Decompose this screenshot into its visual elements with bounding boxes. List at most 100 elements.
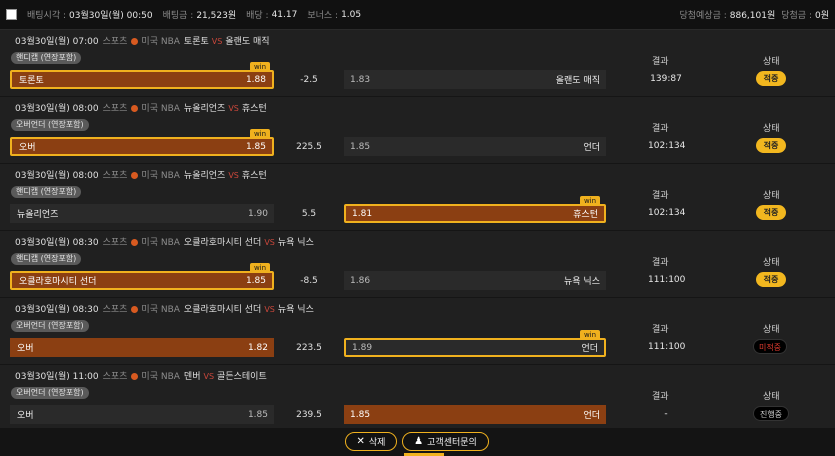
- home-odds: 1.85: [245, 141, 266, 152]
- result-column-header: 결과: [652, 57, 669, 67]
- away-selection[interactable]: 1.85 언더: [344, 405, 606, 424]
- away-selection[interactable]: 1.85 언더: [344, 137, 606, 156]
- status-column-header: 상태: [763, 124, 780, 134]
- select-checkbox[interactable]: [6, 9, 17, 20]
- vs-label: VS: [228, 171, 239, 180]
- match-date: 03월30일(월) 08:00: [15, 171, 99, 181]
- result-column-header: 결과: [652, 392, 669, 402]
- bet-amount-value: 21,523원: [196, 11, 237, 21]
- close-icon: ✕: [356, 436, 365, 447]
- odds-row: win 오버 1.85 225.5 1.85 언더: [10, 129, 606, 156]
- market-type-badge: 오버언더 (연장포함): [11, 119, 89, 131]
- away-team: 뉴욕 닉스: [277, 305, 314, 315]
- match-result: 111:100: [648, 342, 686, 352]
- handicap-value: -8.5: [300, 275, 318, 286]
- bet-item: 03월30일(월) 08:30 스포츠 미국 NBA 오클라호마시티 선더 VS 뉴욕 닉…: [0, 231, 835, 298]
- status-column-header: 상태: [763, 57, 780, 67]
- away-selection[interactable]: win 1.81 휴스턴: [344, 196, 606, 223]
- bet-summary-bar: 배팅시각 : 03월30일(월) 00:50 배팅금 : 21,523원 배당 …: [0, 0, 835, 30]
- home-selection-name: 오버: [19, 143, 36, 153]
- bet-item: 03월30일(월) 08:30 스포츠 미국 NBA 오클라호마시티 선더 VS 뉴욕 닉…: [0, 298, 835, 365]
- status-column-header: 상태: [763, 191, 780, 201]
- handicap-value: 5.5: [301, 208, 317, 219]
- away-selection-name: 언더: [583, 411, 600, 421]
- away-selection[interactable]: 1.86 뉴욕 닉스: [344, 271, 606, 290]
- status-badge: 적중: [756, 71, 786, 86]
- odds-row: 뉴올리언즈 1.90 5.5 win 1.81 휴스턴: [10, 196, 606, 223]
- delete-button[interactable]: ✕ 삭제: [345, 432, 397, 451]
- win-badge: win: [250, 62, 270, 72]
- handicap-value: 225.5: [296, 141, 322, 152]
- won-amount-label: 당첨금 :: [781, 11, 812, 21]
- sport-label: 스포츠: [102, 37, 128, 47]
- status-badge: 진행중: [753, 406, 789, 421]
- market-type-badge: 핸디캡 (연장포함): [11, 253, 82, 265]
- vs-label: VS: [264, 305, 275, 314]
- match-date: 03월30일(월) 08:00: [15, 104, 99, 114]
- vs-label: VS: [264, 238, 275, 247]
- expected-payout-label: 당첨예상금 :: [679, 11, 727, 21]
- payout-summary: 당첨예상금 : 886,101원 당첨금 : 0원: [679, 8, 829, 21]
- bet-time-value: 03월30일(월) 00:50: [69, 11, 153, 21]
- win-badge: win: [580, 196, 600, 206]
- odds-label: 배당 :: [246, 11, 269, 21]
- market-type-badge: 핸디캡 (연장포함): [11, 52, 82, 64]
- vs-label: VS: [203, 372, 215, 381]
- result-column-header: 결과: [652, 124, 669, 134]
- home-selection-name: 오클라호마시티 선더: [19, 277, 97, 287]
- match-header: 03월30일(월) 08:00 스포츠 미국 NBA 뉴올리언즈 VS 휴스턴: [15, 101, 267, 114]
- away-selection[interactable]: win 1.89 언더: [344, 330, 606, 357]
- away-selection[interactable]: 1.83 올랜도 매직: [344, 70, 606, 89]
- away-team: 휴스턴: [241, 104, 267, 114]
- match-header: 03월30일(월) 07:00 스포츠 미국 NBA 토론토 VS 올랜도 매직: [15, 34, 270, 47]
- vs-label: VS: [211, 37, 223, 46]
- status-column-header: 상태: [763, 392, 780, 402]
- match-result: 139:87: [650, 74, 682, 84]
- bet-item: 03월30일(월) 11:00 스포츠 미국 NBA 덴버 VS 골든스테이트 오버언더 (…: [0, 365, 835, 432]
- status-badge: 적중: [756, 205, 786, 220]
- home-selection[interactable]: 오버 1.82: [10, 338, 274, 357]
- home-selection[interactable]: win 오클라호마시티 선더 1.85: [10, 263, 274, 290]
- home-team: 뉴올리언즈: [183, 171, 226, 181]
- league-label: 미국 NBA: [141, 37, 180, 47]
- home-team: 오클라호마시티 선더: [183, 238, 262, 248]
- status-column-header: 상태: [763, 325, 780, 335]
- home-team: 뉴올리언즈: [183, 104, 226, 114]
- home-selection[interactable]: win 오버 1.85: [10, 129, 274, 156]
- market-type-badge: 오버언더 (연장포함): [11, 320, 89, 332]
- match-date: 03월30일(월) 11:00: [15, 372, 99, 382]
- match-header: 03월30일(월) 11:00 스포츠 미국 NBA 덴버 VS 골든스테이트: [15, 369, 267, 382]
- won-amount-value: 0원: [814, 11, 829, 21]
- home-selection[interactable]: win 토론토 1.88: [10, 62, 274, 89]
- away-odds: 1.86: [350, 275, 371, 286]
- market-type-badge: 오버언더 (연장포함): [11, 387, 89, 399]
- away-selection-name: 언더: [583, 143, 600, 153]
- win-badge: win: [250, 263, 270, 273]
- away-selection-name: 올랜도 매직: [555, 76, 600, 86]
- status-badge: 적중: [756, 138, 786, 153]
- home-odds: 1.90: [247, 208, 268, 219]
- away-odds: 1.83: [350, 74, 371, 85]
- support-button[interactable]: ♟ 고객센터문의: [402, 432, 489, 451]
- win-badge: win: [250, 129, 270, 139]
- status-column-header: 상태: [763, 258, 780, 268]
- away-odds: 1.81: [352, 208, 373, 219]
- bet-item: 03월30일(월) 07:00 스포츠 미국 NBA 토론토 VS 올랜도 매직 핸디캡 (…: [0, 30, 835, 97]
- away-selection-name: 뉴욕 닉스: [564, 277, 600, 287]
- home-selection[interactable]: 오버 1.85: [10, 405, 274, 424]
- home-selection-name: 오버: [17, 411, 34, 421]
- basketball-icon: [131, 373, 139, 380]
- support-button-label: 고객센터문의: [427, 438, 477, 448]
- sport-label: 스포츠: [102, 372, 128, 382]
- away-team: 뉴욕 닉스: [277, 238, 314, 248]
- league-label: 미국 NBA: [141, 372, 180, 382]
- bet-list: 03월30일(월) 07:00 스포츠 미국 NBA 토론토 VS 올랜도 매직 핸디캡 (…: [0, 30, 835, 432]
- odds-row: 오버 1.85 239.5 1.85 언더: [10, 405, 606, 424]
- home-team: 오클라호마시티 선더: [183, 305, 262, 315]
- home-selection[interactable]: 뉴올리언즈 1.90: [10, 204, 274, 223]
- away-team: 휴스턴: [241, 171, 267, 181]
- bet-amount-label: 배팅금 :: [162, 11, 194, 21]
- away-team: 골든스테이트: [217, 372, 267, 382]
- sport-label: 스포츠: [102, 238, 128, 248]
- vs-label: VS: [228, 104, 239, 113]
